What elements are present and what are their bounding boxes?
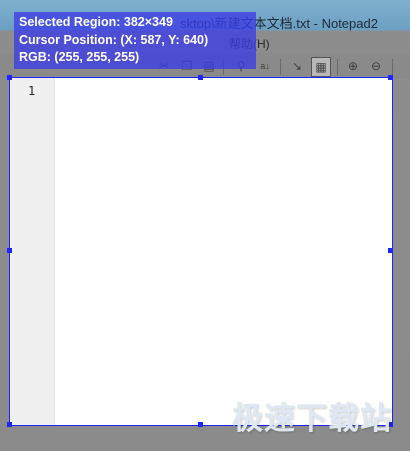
resize-handle-top-left[interactable] [7,75,12,80]
replace-icon[interactable]: a↓ [256,57,274,75]
resize-handle-top[interactable] [198,75,203,80]
resize-handle-bottom-left[interactable] [7,422,12,427]
wrap-icon[interactable]: ↘ [288,57,306,75]
toolbar-separator [392,59,393,75]
line-number: 1 [28,84,36,98]
resize-handle-top-right[interactable] [388,75,393,80]
resize-handle-right[interactable] [388,248,393,253]
selected-region-size: Selected Region: 382×349 [19,15,173,29]
selection-info-overlay: Selected Region: 382×349 Cursor Position… [14,12,256,69]
cursor-position: Cursor Position: (X: 587, Y: 640) [19,32,209,47]
line-number-gutter: 1 [10,78,55,425]
editor-text-area[interactable] [55,78,392,425]
watermark-logo: 极速下载站 [232,401,392,437]
toolbar-separator [337,59,338,75]
zoom-out-icon[interactable]: ⊖ [367,57,385,75]
rgb-value: RGB: (255, 255, 255) [19,50,140,64]
zoom-in-icon[interactable]: ⊕ [344,57,362,75]
resize-handle-left[interactable] [7,248,12,253]
selected-region[interactable]: 1 [9,77,393,426]
toolbar-separator [280,59,281,75]
view-icon[interactable]: ▦ [311,57,331,77]
resize-handle-bottom[interactable] [198,422,203,427]
